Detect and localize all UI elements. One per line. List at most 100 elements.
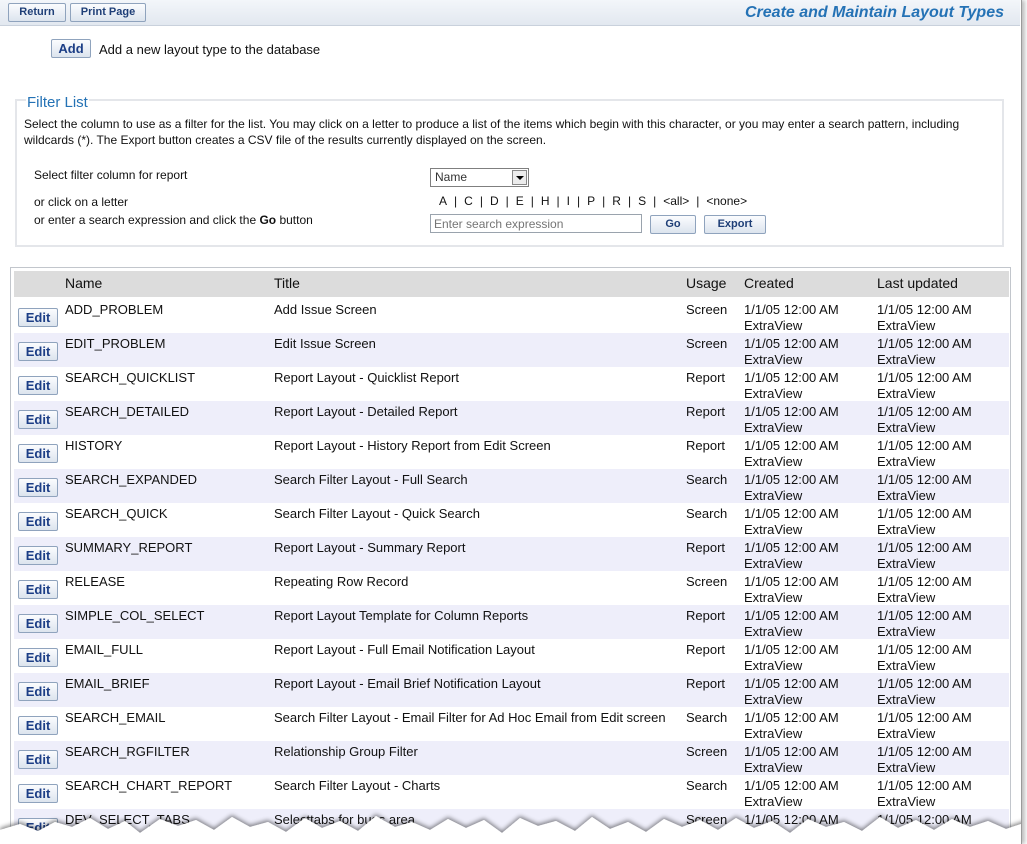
cell-usage: Screen [686, 336, 728, 351]
edit-button[interactable]: Edit [18, 342, 58, 361]
export-button[interactable]: Export [704, 215, 766, 234]
header-title[interactable]: Title [274, 275, 300, 291]
cell-title: Search Filter Layout - Quick Search [274, 506, 480, 521]
created-by: ExtraView [744, 522, 803, 537]
cell-created: 1/1/05 12:00 AMExtraView [744, 574, 839, 606]
letter-link[interactable]: <all> [663, 194, 689, 208]
updated-date: 1/1/05 12:00 AM [877, 438, 972, 453]
letter-separator: | [602, 194, 606, 208]
letter-link[interactable]: I [567, 194, 570, 208]
created-date: 1/1/05 12:00 AM [744, 642, 839, 657]
edit-button[interactable]: Edit [18, 308, 58, 327]
created-date: 1/1/05 12:00 AM [744, 744, 839, 759]
updated-by: ExtraView [877, 590, 936, 605]
table-row: Edit SEARCH_DETAILED Report Layout - Detai… [14, 401, 1009, 435]
updated-by: ExtraView [877, 760, 936, 775]
letter-link[interactable]: R [612, 194, 621, 208]
add-button[interactable]: Add [51, 39, 91, 58]
edit-button[interactable]: Edit [18, 512, 58, 531]
table-row: Edit HISTORY Report Layout - History Repor… [14, 435, 1009, 469]
updated-by: ExtraView [877, 318, 936, 333]
cell-updated: 1/1/05 12:00 AMExtraView [877, 472, 972, 504]
letter-link[interactable]: A [439, 194, 447, 208]
top-toolbar: Return Print Page Create and Maintain La… [0, 0, 1020, 26]
created-by: ExtraView [744, 386, 803, 401]
search-input[interactable] [430, 214, 642, 233]
created-by: ExtraView [744, 556, 803, 571]
cell-title: Report Layout - History Report from Edit… [274, 438, 551, 453]
go-button[interactable]: Go [650, 215, 696, 234]
updated-by: ExtraView [877, 556, 936, 571]
header-usage[interactable]: Usage [686, 275, 726, 291]
edit-button[interactable]: Edit [18, 410, 58, 429]
edit-button[interactable]: Edit [18, 444, 58, 463]
filter-letter-label: or click on a letter [34, 195, 129, 209]
cell-created: 1/1/05 12:00 AMExtraView [744, 608, 839, 640]
cell-name: SEARCH_QUICKLIST [65, 370, 196, 385]
updated-by: ExtraView [877, 692, 936, 707]
cell-name: SEARCH_RGFILTER [65, 744, 190, 759]
cell-created: 1/1/05 12:00 AMExtraView [744, 642, 839, 674]
edit-button[interactable]: Edit [18, 716, 58, 735]
chevron-down-icon[interactable] [512, 170, 527, 185]
edit-button[interactable]: Edit [18, 614, 58, 633]
table-row: Edit EMAIL_BRIEF Report Layout - Email Bri… [14, 673, 1009, 707]
cell-usage: Search [686, 506, 728, 521]
table-row: Edit SEARCH_EMAIL Search Filter Layout - E… [14, 707, 1009, 741]
header-name[interactable]: Name [65, 275, 102, 291]
filter-column-select[interactable]: Name [430, 168, 529, 187]
letter-separator: | [653, 194, 657, 208]
cell-name: SEARCH_EXPANDED [65, 472, 197, 487]
header-last-updated[interactable]: Last updated [877, 275, 958, 291]
cell-name: ADD_PROBLEM [65, 302, 164, 317]
return-button[interactable]: Return [8, 3, 66, 22]
cell-name: SEARCH_QUICK [65, 506, 168, 521]
cell-created: 1/1/05 12:00 AMExtraView [744, 540, 839, 572]
cell-name: EMAIL_FULL [65, 642, 144, 657]
header-created[interactable]: Created [744, 275, 794, 291]
letter-link[interactable]: P [587, 194, 595, 208]
table-header: Name Title Usage Created Last updated [14, 271, 1009, 297]
cell-updated: 1/1/05 12:00 AMExtraView [877, 336, 972, 368]
cell-created: 1/1/05 12:00 AMExtraView [744, 336, 839, 368]
updated-by: ExtraView [877, 386, 936, 401]
updated-by: ExtraView [877, 488, 936, 503]
cell-created: 1/1/05 12:00 AMExtraView [744, 370, 839, 402]
letter-link[interactable]: C [464, 194, 473, 208]
edit-button[interactable]: Edit [18, 478, 58, 497]
cell-created: 1/1/05 12:00 AMExtraView [744, 506, 839, 538]
updated-date: 1/1/05 12:00 AM [877, 778, 972, 793]
print-page-button[interactable]: Print Page [70, 3, 146, 22]
edit-button[interactable]: Edit [18, 682, 58, 701]
table-row: Edit EMAIL_FULL Report Layout - Full Email… [14, 639, 1009, 673]
letter-link[interactable]: S [638, 194, 646, 208]
cell-usage: Search [686, 710, 728, 725]
letter-link[interactable]: E [516, 194, 524, 208]
table-row: Edit SEARCH_QUICKLIST Report Layout - Quic… [14, 367, 1009, 401]
search-label-go: Go [259, 213, 277, 227]
search-label-prefix: or enter a search expression and click t… [34, 213, 260, 227]
app-window: Return Print Page Create and Maintain La… [0, 0, 1022, 844]
letter-link[interactable]: D [490, 194, 499, 208]
edit-button[interactable]: Edit [18, 580, 58, 599]
cell-usage: Report [686, 608, 726, 623]
edit-button[interactable]: Edit [18, 648, 58, 667]
cell-created: 1/1/05 12:00 AMExtraView [744, 404, 839, 436]
updated-date: 1/1/05 12:00 AM [877, 540, 972, 555]
filter-legend: Filter List [26, 94, 89, 111]
add-description: Add a new layout type to the database [99, 42, 321, 57]
edit-button[interactable]: Edit [18, 546, 58, 565]
cell-title: Add Issue Screen [274, 302, 377, 317]
letter-link[interactable]: <none> [706, 194, 747, 208]
cell-created: 1/1/05 12:00 AMExtraView [744, 676, 839, 708]
cell-title: Report Layout - Quicklist Report [274, 370, 459, 385]
edit-button[interactable]: Edit [18, 750, 58, 769]
letter-separator: | [627, 194, 632, 208]
cell-created: 1/1/05 12:00 AMExtraView [744, 472, 839, 504]
edit-button[interactable]: Edit [18, 376, 58, 395]
table-row: Edit ADD_PROBLEM Add Issue Screen Screen 1/1… [14, 299, 1009, 333]
letter-link[interactable]: H [541, 194, 550, 208]
cell-title: Report Layout - Summary Report [274, 540, 466, 555]
cell-created: 1/1/05 12:00 AMExtraView [744, 710, 839, 742]
updated-date: 1/1/05 12:00 AM [877, 336, 972, 351]
